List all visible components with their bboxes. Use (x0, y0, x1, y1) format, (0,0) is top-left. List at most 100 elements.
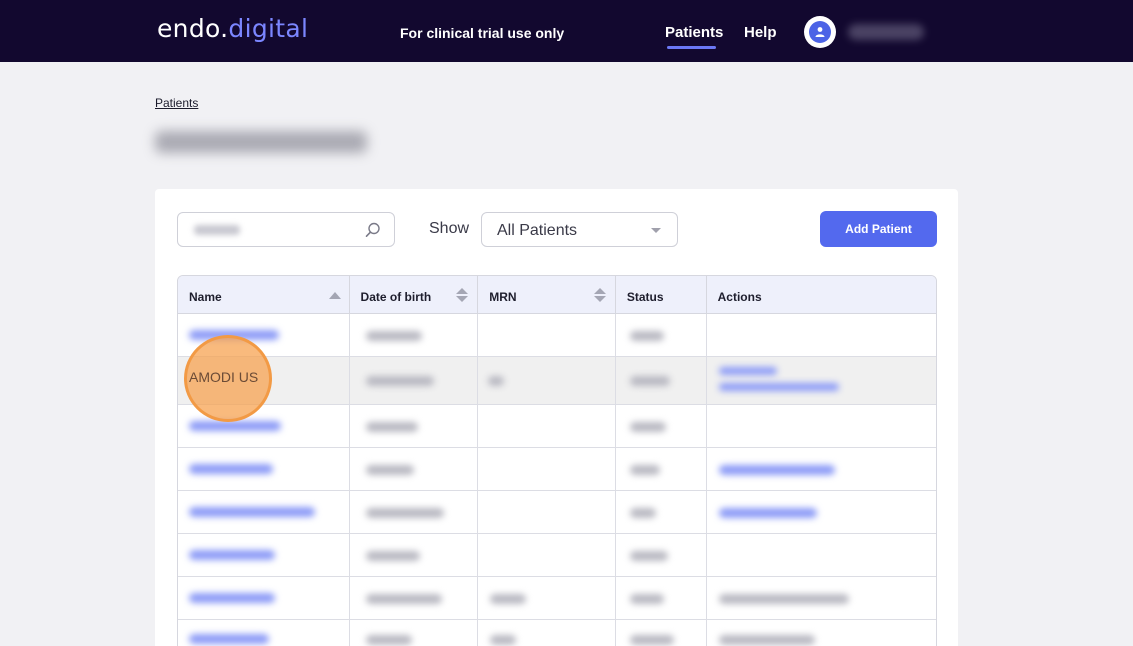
sort-ascending-icon[interactable] (328, 292, 341, 299)
app-logo[interactable]: endo.digital (157, 14, 308, 43)
patient-name-cell[interactable] (178, 577, 350, 619)
table-header: Name Date of birth MRN Status Actions (178, 276, 936, 314)
mrn-cell (478, 405, 616, 447)
action-link-redacted[interactable] (718, 367, 777, 375)
patient-name-link-redacted[interactable] (189, 507, 315, 517)
table-row[interactable] (178, 405, 936, 448)
user-name-redacted[interactable] (848, 24, 924, 40)
patient-name-link-redacted[interactable] (189, 550, 275, 560)
table-row[interactable] (178, 577, 936, 620)
column-header-name[interactable]: Name (178, 276, 350, 313)
patient-name-cell[interactable] (178, 491, 350, 533)
actions-cell (707, 620, 936, 646)
actions-cell (707, 577, 936, 619)
mrn-redacted (488, 376, 505, 386)
status-redacted (629, 331, 664, 341)
chevron-down-icon (651, 228, 661, 233)
nav-help[interactable]: Help (744, 24, 777, 41)
status-redacted (629, 465, 660, 475)
patient-name-cell[interactable] (178, 620, 350, 646)
mrn-redacted (490, 594, 527, 604)
dob-cell (350, 405, 479, 447)
patient-filter-value: All Patients (497, 222, 578, 239)
dob-cell (350, 357, 479, 404)
patient-name-link-redacted[interactable] (189, 634, 269, 644)
show-filter-label: Show (429, 220, 470, 237)
actions-cell (707, 314, 936, 356)
patient-name-cell[interactable] (178, 534, 350, 576)
patient-name-link-redacted[interactable] (189, 593, 275, 603)
patient-name-overlay[interactable]: AMODI US (189, 369, 258, 385)
mrn-cell (478, 620, 616, 646)
actions-cell (707, 448, 936, 490)
mrn-cell (478, 448, 616, 490)
dob-cell (350, 620, 479, 646)
mrn-redacted (490, 635, 517, 645)
patient-name-link-redacted[interactable] (189, 464, 273, 474)
table-row[interactable] (178, 448, 936, 491)
table-row[interactable] (178, 534, 936, 577)
dob-cell (350, 448, 479, 490)
page-title-redacted (155, 131, 367, 153)
sort-icon[interactable] (593, 288, 606, 304)
dob-redacted (365, 422, 418, 432)
status-redacted (629, 551, 668, 561)
status-redacted (629, 508, 656, 518)
patient-name-cell[interactable] (178, 448, 350, 490)
clinical-trial-notice: For clinical trial use only (400, 25, 565, 41)
status-cell (616, 314, 707, 356)
mrn-cell (478, 491, 616, 533)
table-row-highlighted[interactable]: AMODI US (178, 357, 936, 405)
nav-active-indicator (667, 46, 716, 49)
table-row[interactable] (178, 314, 936, 357)
status-redacted (629, 422, 666, 432)
status-cell (616, 620, 707, 646)
add-patient-button[interactable]: Add Patient (820, 211, 937, 247)
column-header-actions-label: Actions (717, 290, 762, 304)
action-text-redacted (718, 594, 849, 604)
logo-text-digital: digital (228, 14, 309, 43)
person-icon (815, 27, 825, 37)
patients-card: Show All Patients Add Patient Name Date … (155, 189, 958, 646)
patient-filter-select[interactable]: All Patients (481, 212, 678, 247)
column-header-mrn[interactable]: MRN (478, 276, 616, 313)
sort-icon[interactable] (456, 288, 469, 304)
mrn-cell (478, 534, 616, 576)
action-link-redacted[interactable] (718, 508, 817, 518)
dob-cell (350, 534, 479, 576)
status-cell (616, 357, 707, 404)
action-text-redacted (718, 635, 815, 645)
user-avatar-inner (809, 21, 831, 43)
table-row[interactable] (178, 620, 936, 646)
dob-redacted (365, 508, 444, 518)
column-header-dob[interactable]: Date of birth (350, 276, 479, 313)
mrn-cell (478, 357, 616, 404)
status-cell (616, 577, 707, 619)
actions-cell (707, 405, 936, 447)
nav-patients[interactable]: Patients (665, 24, 723, 41)
actions-cell (707, 534, 936, 576)
user-avatar-icon[interactable] (804, 16, 836, 48)
search-icon[interactable] (364, 221, 382, 239)
status-cell (616, 448, 707, 490)
actions-cell (707, 491, 936, 533)
status-redacted (629, 635, 674, 645)
search-input[interactable] (177, 212, 395, 247)
dob-redacted (365, 376, 434, 386)
action-link-redacted[interactable] (718, 383, 839, 391)
mrn-cell (478, 577, 616, 619)
logo-text-endo: endo. (157, 14, 229, 43)
table-row[interactable] (178, 491, 936, 534)
search-placeholder-redacted (194, 225, 240, 235)
dob-redacted (365, 331, 422, 341)
breadcrumb-patients[interactable]: Patients (155, 96, 198, 110)
column-header-actions: Actions (707, 276, 936, 313)
patient-name-link-redacted[interactable] (189, 421, 281, 431)
action-link-redacted[interactable] (718, 465, 835, 475)
dob-cell (350, 577, 479, 619)
dob-cell (350, 314, 479, 356)
status-cell (616, 405, 707, 447)
dob-redacted (365, 465, 414, 475)
dob-redacted (365, 594, 442, 604)
dob-redacted (365, 635, 412, 645)
